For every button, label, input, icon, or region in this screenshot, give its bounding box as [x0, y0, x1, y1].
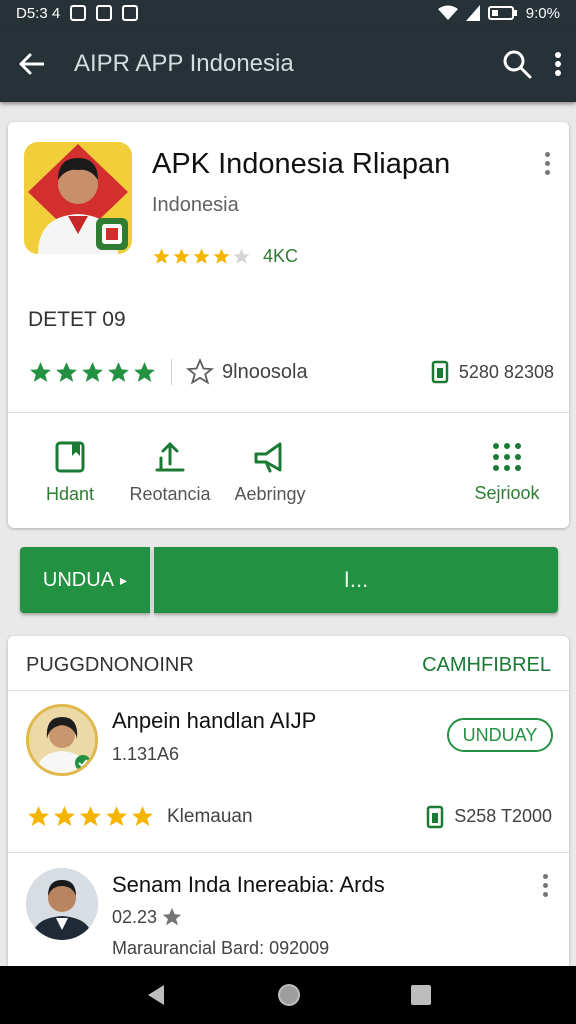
divider — [8, 852, 569, 853]
more-vert-icon[interactable] — [543, 874, 549, 897]
quick-action-label: Sejriook — [474, 482, 540, 503]
item-install-button[interactable]: UNDUAY — [447, 718, 553, 752]
status-bar: D5:3 4 9:0% — [0, 0, 576, 26]
download-button-label: UNDUA — [42, 568, 115, 591]
item-label: Klemauan — [167, 805, 253, 827]
star-empty-icon — [233, 248, 250, 264]
navigation-bar — [0, 966, 576, 1024]
quick-actions: Hdant Reotancia Aebringy Sejriook — [8, 422, 569, 522]
quick-action-label: Hdant — [45, 483, 95, 504]
item-rating-value: 02.23 — [112, 906, 158, 927]
app-size-value: 5280 82308 — [458, 361, 554, 382]
app-stats-row: 9lnoosola 5280 82308 — [28, 358, 554, 386]
more-vert-icon[interactable] — [545, 152, 551, 175]
star-icon — [134, 361, 155, 382]
battery-percent: 9:0% — [525, 4, 560, 22]
rating-stars — [152, 247, 251, 266]
green-stars — [28, 360, 157, 385]
star-icon — [153, 248, 170, 264]
star-icon — [30, 361, 51, 382]
install-button-row: UNDUA ▸ I... — [20, 547, 558, 613]
signal-icon — [465, 5, 480, 21]
section-heading: PUGGDNONOINR — [26, 654, 194, 676]
star-icon — [213, 248, 230, 264]
star-icon — [56, 361, 77, 382]
quick-action-reotancia[interactable]: Reotancia — [120, 440, 220, 505]
category-label: 9lnoosola — [222, 360, 308, 383]
item-meta: Maraurancial Bard: 092009 — [112, 938, 330, 958]
rating-stars — [26, 804, 155, 829]
quick-action-sejriook[interactable]: Sejriook — [457, 441, 557, 504]
item-rating: 02.23 — [112, 906, 183, 928]
bookmark-icon — [55, 441, 85, 472]
item-size: S258 T2000 — [426, 805, 552, 829]
file-icon — [431, 360, 449, 384]
status-time: D5:3 4 — [16, 4, 61, 22]
quick-action-aebringy[interactable]: Aebringy — [220, 440, 320, 505]
install-button[interactable]: I... — [154, 547, 558, 613]
divider — [8, 412, 569, 413]
app-details-card: APK Indonesia Rliapan Indonesia 4KC DETE… — [8, 122, 569, 528]
item-size-value: S258 T2000 — [454, 806, 552, 826]
app-title: APK Indonesia Rliapan — [152, 148, 451, 180]
app-icon — [24, 142, 132, 254]
notification-icon — [96, 5, 113, 21]
download-dropdown-button[interactable]: UNDUA ▸ — [20, 547, 150, 613]
item-title[interactable]: Senam Inda Inereabia: Ards — [112, 872, 385, 898]
star-icon — [132, 806, 153, 826]
app-bar: AIPR APP Indonesia — [0, 26, 576, 102]
app-size: 5280 82308 — [431, 360, 554, 384]
back-arrow-icon[interactable] — [18, 53, 44, 75]
install-button-label: I... — [343, 567, 369, 592]
quick-action-label: Reotancia — [129, 483, 211, 504]
app-rating: 4KC — [152, 246, 298, 267]
notification-icon — [122, 5, 139, 21]
star-icon — [193, 248, 210, 264]
quick-action-hdant[interactable]: Hdant — [20, 440, 120, 505]
item-title[interactable]: Anpein handlan AIJP — [112, 708, 316, 734]
quick-action-label: Aebringy — [234, 483, 306, 504]
file-icon — [426, 805, 444, 828]
avatar — [26, 868, 98, 940]
grid-icon — [493, 442, 521, 471]
star-icon — [162, 907, 182, 926]
rating-count: 4KC — [263, 246, 299, 266]
dropdown-arrow-icon: ▸ — [120, 571, 128, 588]
avatar — [26, 704, 98, 776]
divider — [171, 359, 172, 385]
back-nav-icon[interactable] — [144, 983, 168, 1007]
details-heading: DETET 09 — [28, 308, 126, 331]
item-stats-row: Klemauan S258 T2000 — [26, 804, 552, 829]
item-version: 1.131A6 — [112, 744, 180, 764]
star-icon — [80, 806, 101, 826]
star-icon — [106, 806, 127, 826]
star-icon — [54, 806, 75, 826]
see-more-link[interactable]: CAMHFIBREL — [422, 654, 551, 677]
star-icon — [108, 361, 129, 382]
megaphone-icon — [254, 442, 282, 472]
search-icon[interactable] — [502, 49, 532, 79]
recents-nav-icon[interactable] — [410, 984, 432, 1006]
recommended-card: PUGGDNONOINR CAMHFIBREL Anpein handlan A… — [8, 636, 569, 966]
star-outline-icon — [186, 358, 214, 385]
star-icon — [82, 361, 103, 382]
notification-icon — [70, 5, 87, 21]
star-icon — [173, 248, 190, 264]
divider — [8, 690, 569, 691]
home-nav-icon[interactable] — [276, 982, 302, 1008]
more-vert-icon[interactable] — [554, 51, 562, 77]
app-developer[interactable]: Indonesia — [152, 194, 239, 217]
wifi-icon — [437, 5, 458, 20]
battery-icon — [487, 6, 517, 20]
app-bar-title: AIPR APP Indonesia — [74, 50, 294, 77]
star-icon — [28, 806, 49, 826]
share-icon — [155, 442, 185, 471]
